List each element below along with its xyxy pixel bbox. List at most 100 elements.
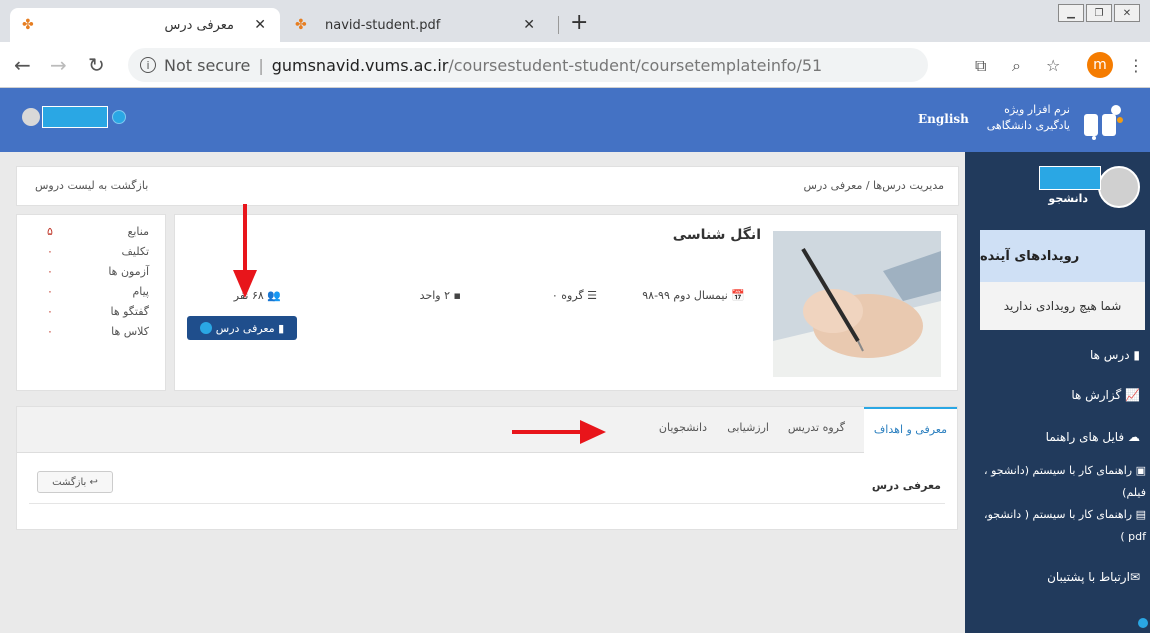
bookmark-star-icon[interactable]: ☆ bbox=[1046, 56, 1060, 75]
course-title: انگل شناسی bbox=[672, 227, 761, 243]
sidebar-item-help-files[interactable]: ☁ فایل های راهنما bbox=[1046, 430, 1140, 444]
sidebar-user-name-redacted bbox=[1039, 166, 1101, 190]
tab-divider bbox=[558, 16, 559, 34]
browser-tab-bar: ✤ معرفی درس ✕ ✤ navid-student.pdf ✕ + ▁ … bbox=[0, 0, 1150, 42]
events-empty-message: شما هیچ رویدادی ندارید bbox=[980, 282, 1145, 330]
stat-row-classes[interactable]: کلاس ها ۰ bbox=[17, 325, 167, 343]
course-semester: 📅 نیمسال دوم ۹۹-۹۸ bbox=[642, 289, 745, 302]
film-icon: ▣ bbox=[1132, 464, 1146, 477]
sidebar-item-label: فایل های راهنما bbox=[1045, 430, 1125, 444]
user-role: دانشجو bbox=[1048, 192, 1088, 205]
stat-label: تکلیف bbox=[121, 245, 149, 258]
course-group: ☰ گروه ۰ bbox=[551, 289, 597, 302]
breadcrumb: مدیریت درس‌ها / معرفی درس بازگشت به لیست… bbox=[16, 166, 959, 206]
sidebar-item-label: درس ها bbox=[1089, 348, 1130, 362]
tab-title: معرفی درس bbox=[164, 17, 234, 33]
user-name-redacted[interactable] bbox=[42, 106, 108, 128]
group-text: گروه ۰ bbox=[551, 289, 584, 302]
help-icon bbox=[199, 322, 212, 334]
back-button-label: بازگشت bbox=[52, 476, 87, 488]
breadcrumb-text[interactable]: مدیریت درس‌ها / معرفی درس bbox=[804, 179, 944, 192]
help-bubble-icon[interactable] bbox=[1138, 618, 1148, 628]
back-button[interactable]: ↩ بازگشت bbox=[37, 471, 113, 493]
sidebar-item-reports[interactable]: 📈 گزارش ها bbox=[1071, 388, 1140, 402]
tab-students[interactable]: دانشجویان bbox=[659, 421, 707, 434]
reload-icon[interactable]: ↻ bbox=[88, 53, 105, 77]
upcoming-events-panel: رویدادهای آینده شما هیچ رویدادی ندارید bbox=[980, 230, 1145, 330]
stat-label: آزمون ها bbox=[108, 265, 149, 278]
url-separator: | bbox=[258, 55, 264, 75]
back-arrow-icon[interactable]: ← bbox=[14, 53, 31, 77]
sidebar-item-label: گزارش ها bbox=[1071, 388, 1122, 402]
tab-teaching-group[interactable]: گروه تدریس bbox=[788, 421, 845, 434]
stat-row-assignments[interactable]: تکلیف ۰ bbox=[17, 245, 167, 263]
close-icon[interactable]: ✕ bbox=[523, 17, 535, 33]
user-avatar-small[interactable] bbox=[22, 108, 40, 126]
stat-row-discussions[interactable]: گفتگو ها ۰ bbox=[17, 305, 167, 323]
navid-logo bbox=[1084, 105, 1123, 140]
user-status-icon[interactable] bbox=[112, 110, 126, 124]
logo-line-1: نرم افزار ویژه bbox=[1004, 103, 1070, 116]
info-icon[interactable]: i bbox=[140, 57, 156, 73]
units-text: ۲ واحد bbox=[419, 289, 451, 302]
profile-avatar[interactable]: m bbox=[1087, 52, 1113, 78]
stat-value: ۵ bbox=[47, 225, 53, 238]
tab-title: navid-student.pdf bbox=[325, 17, 441, 33]
window-controls: ▁ ❐ ✕ bbox=[1058, 4, 1140, 22]
course-image bbox=[773, 231, 941, 377]
writing-hand-illustration bbox=[773, 231, 941, 377]
events-title: رویدادهای آینده bbox=[980, 230, 1145, 282]
stat-label: گفتگو ها bbox=[110, 305, 149, 318]
tab-goals[interactable]: معرفی و اهداف bbox=[863, 407, 957, 453]
course-units: ▪ ۲ واحد bbox=[419, 289, 461, 302]
stat-value: ۰ bbox=[47, 305, 53, 318]
cloud-download-icon: ☁ bbox=[1124, 430, 1140, 444]
logo-text: نرم افزار ویژه یادگیری دانشگاهی bbox=[987, 102, 1070, 134]
stat-row-messages[interactable]: پیام ۰ bbox=[17, 285, 167, 303]
back-to-list-link[interactable]: بازگشت به لیست دروس bbox=[35, 179, 148, 192]
red-arrow-down-annotation bbox=[233, 204, 257, 298]
url-host: gumsnavid.vums.ac.ir bbox=[271, 55, 449, 75]
sidebar-guide-video[interactable]: ▣ راهنمای کار با سیستم (دانشجو ، فیلم) bbox=[966, 460, 1146, 504]
navid-favicon-icon: ✤ bbox=[22, 17, 34, 33]
content-divider bbox=[29, 503, 945, 504]
restore-icon[interactable]: ❐ bbox=[1086, 4, 1112, 22]
stat-label: کلاس ها bbox=[111, 325, 149, 338]
minimize-icon[interactable]: ▁ bbox=[1058, 4, 1084, 22]
translate-icon[interactable]: ⧉ bbox=[975, 56, 986, 76]
stat-row-resources[interactable]: منابع ۵ bbox=[17, 225, 167, 243]
menu-kebab-icon[interactable]: ⋮ bbox=[1128, 56, 1144, 75]
zoom-icon[interactable]: ⌕ bbox=[1012, 56, 1021, 76]
stat-label: منابع bbox=[127, 225, 149, 238]
semester-text: نیمسال دوم ۹۹-۹۸ bbox=[642, 289, 728, 302]
envelope-icon: ✉ bbox=[1129, 570, 1140, 584]
close-window-icon[interactable]: ✕ bbox=[1114, 4, 1140, 22]
sidebar-guide-pdf[interactable]: ▤ راهنمای کار با سیستم ( دانشجو، pdf ) bbox=[966, 504, 1146, 548]
guide-label: راهنمای کار با سیستم ( دانشجو، pdf ) bbox=[984, 508, 1146, 543]
book-icon: ▮ bbox=[1129, 348, 1140, 362]
stat-value: ۰ bbox=[47, 245, 53, 258]
course-intro-button[interactable]: ▮ معرفی درس bbox=[187, 316, 297, 340]
browser-tab-pdf[interactable]: ✤ navid-student.pdf ✕ bbox=[283, 8, 553, 42]
stat-row-exams[interactable]: آزمون ها ۰ bbox=[17, 265, 167, 283]
course-info-card: انگل شناسی 📅 نیمسال دوم ۹۹-۹۸ ☰ گروه ۰ ▪… bbox=[174, 214, 958, 391]
url-input[interactable]: i Not secure | gumsnavid.vums.ac.ir /cou… bbox=[128, 48, 928, 82]
forward-arrow-icon[interactable]: → bbox=[50, 53, 67, 77]
course-intro-button-label: معرفی درس bbox=[215, 321, 275, 335]
course-tabs-card: معرفی و اهداف گروه تدریس ارزشیابی دانشجو… bbox=[16, 406, 958, 530]
sidebar-item-support[interactable]: ✉ارتباط با پشتیبان bbox=[1047, 570, 1140, 584]
tab-evaluation[interactable]: ارزشیابی bbox=[727, 421, 769, 434]
language-link[interactable]: English bbox=[918, 112, 969, 126]
avatar[interactable] bbox=[1098, 166, 1140, 208]
navid-favicon-icon: ✤ bbox=[295, 17, 307, 33]
new-tab-button[interactable]: + bbox=[570, 10, 588, 35]
close-icon[interactable]: ✕ bbox=[254, 17, 266, 33]
main-content: مدیریت درس‌ها / معرفی درس بازگشت به لیست… bbox=[0, 152, 965, 633]
sidebar-item-courses[interactable]: ▮ درس ها bbox=[1090, 348, 1140, 362]
chart-icon: 📈 bbox=[1121, 388, 1140, 402]
browser-tab-course-intro[interactable]: ✤ معرفی درس ✕ bbox=[10, 8, 280, 42]
stat-value: ۰ bbox=[47, 325, 53, 338]
reply-arrow-icon: ↩ bbox=[86, 476, 98, 488]
red-arrow-right-annotation bbox=[512, 420, 606, 444]
guide-label: راهنمای کار با سیستم (دانشجو ، فیلم) bbox=[984, 464, 1146, 499]
